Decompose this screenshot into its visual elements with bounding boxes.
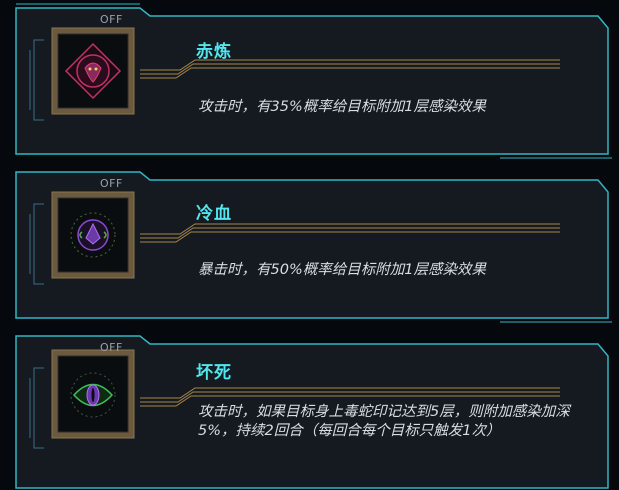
skill-icon-frame[interactable] [52, 354, 134, 436]
green-eye-emblem-icon [70, 372, 116, 418]
skill-description: 暴击时，有50%概率给目标附加1层感染效果 [198, 262, 486, 278]
skill-icon-frame[interactable] [52, 30, 134, 112]
purple-crystal-emblem-icon [70, 212, 116, 258]
skill-card-2[interactable]: OFF 冷血 暴击时，有50%概率给目标附加1层感染效果 [0, 164, 619, 326]
skill-card-1[interactable]: OFF 赤炼 攻击时，有35%概率给目标附加1层感染效果 [0, 0, 619, 162]
skill-name: 坏死 [196, 363, 232, 383]
skill-name: 冷血 [196, 204, 232, 224]
red-snake-emblem-icon [64, 42, 122, 100]
status-off-label: OFF [100, 341, 123, 354]
status-off-label: OFF [100, 177, 123, 190]
skill-description: 攻击时，有35%概率给目标附加1层感染效果 [198, 99, 486, 115]
skill-card-3[interactable]: OFF 坏死 攻击时，如果目标身上毒蛇印记达到5层，则附加感染加深5%，持续2回… [0, 328, 619, 490]
skill-description: 攻击时，如果目标身上毒蛇印记达到5层，则附加感染加深5%，持续2回合（每回合每个… [198, 404, 570, 439]
status-off-label: OFF [100, 13, 123, 26]
skill-name: 赤炼 [196, 42, 232, 62]
skill-icon-frame[interactable] [52, 194, 134, 276]
